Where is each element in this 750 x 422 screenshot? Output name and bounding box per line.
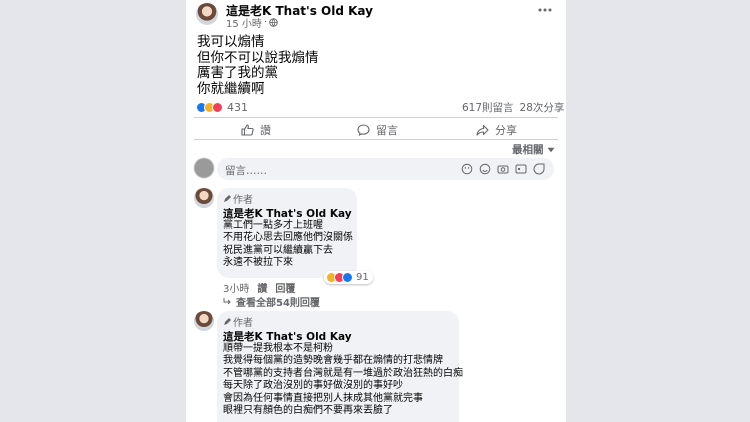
post-time[interactable]: 15 小時	[226, 15, 262, 30]
comment-line: 我覺得每個黨的造勢晚會幾乎都在煽情的打悲情牌	[223, 355, 443, 367]
comments-count[interactable]: 617則留言	[462, 100, 514, 115]
comment-line: 順帶一提我根本不是柯粉	[223, 343, 333, 354]
like-reaction-icon	[342, 272, 353, 283]
chevron-down-icon	[547, 147, 555, 153]
sticker-smiley-icon[interactable]	[533, 163, 545, 175]
divider	[194, 117, 558, 118]
comment-line: 永遠不被拉下來	[223, 257, 293, 269]
author-badge-label: 作者	[233, 318, 253, 329]
sort-dropdown[interactable]: 最相關	[512, 142, 555, 157]
globe-icon	[269, 18, 278, 27]
comment-line: 會因為任何事情直接把別人抹成其他黨就完事	[223, 392, 423, 404]
post-line: 但你不可以說我煽情	[197, 49, 319, 66]
comment-input-placeholder: 留言……	[225, 165, 267, 177]
post-text: 我可以煽情 但你不可以說我煽情 厲害了我的黨 你就繼續啊	[197, 34, 319, 97]
comment-text: 順帶一提我根本不是柯粉 我覺得每個黨的造勢晚會幾乎都在煽情的打悲情牌 不管哪黨的…	[223, 343, 463, 417]
thumbs-up-icon	[241, 124, 254, 136]
comment-button-label: 留言	[376, 124, 398, 137]
composer-tools	[461, 163, 545, 175]
post-stats: 617則留言 28次分享	[462, 100, 564, 115]
comment-bubble: 作者 這是老K That's Old Kay 黨工們一點多才上班喔 不用花心思去…	[217, 188, 357, 278]
comment-reaction-count: 91	[356, 272, 369, 283]
comment-author-avatar[interactable]	[194, 311, 214, 331]
comment-like-button[interactable]: 讚	[257, 280, 267, 295]
comment-bubble-icon	[357, 124, 370, 136]
reply-arrow-icon	[223, 297, 232, 306]
comment-time[interactable]: 3小時	[223, 280, 249, 295]
comment-line: 眼裡只有顏色的白痴們不要再來丟臉了	[223, 405, 393, 417]
author-badge: 作者	[223, 191, 253, 206]
post-meta: 15 小時 ·	[226, 15, 278, 30]
current-user-avatar	[194, 158, 214, 178]
comment-actions: 3小時 讚 回覆	[223, 280, 295, 295]
comment-line: 不用花心思去回應他們沒關係	[223, 232, 353, 244]
author-badge: 作者	[223, 314, 253, 329]
comment-author-avatar[interactable]	[194, 188, 214, 208]
sort-label: 最相關	[512, 144, 544, 156]
comment-text: 黨工們一點多才上班喔 不用花心思去回應他們沒關係 祝民進黨可以繼續贏下去 永遠不…	[223, 220, 353, 270]
share-arrow-icon	[476, 124, 489, 136]
comment-line: 黨工們一點多才上班喔	[223, 220, 323, 231]
pencil-icon	[223, 317, 231, 326]
comment-line: 每天除了政治沒別的事好做沒別的事好吵	[223, 380, 403, 392]
gif-icon[interactable]	[515, 163, 527, 175]
comment-reply-button[interactable]: 回覆	[275, 280, 295, 295]
camera-icon[interactable]	[497, 163, 509, 175]
comment-input[interactable]: 留言……	[217, 158, 554, 180]
post-line: 我可以煽情	[197, 34, 265, 50]
more-options-icon[interactable]	[537, 5, 553, 15]
reaction-count: 431	[227, 101, 248, 114]
comment-author-name[interactable]: 這是老K That's Old Kay	[223, 206, 352, 221]
love-reaction-icon	[212, 102, 223, 113]
author-badge-label: 作者	[233, 195, 253, 206]
like-button-label: 讚	[260, 124, 271, 137]
view-replies-link[interactable]: 查看全部54則回覆	[223, 294, 320, 309]
post-line: 厲害了我的黨	[197, 65, 278, 81]
view-replies-label: 查看全部54則回覆	[236, 298, 320, 309]
post-card: 這是老K That's Old Kay 15 小時 · 我可以煽情 但你不可以說…	[186, 0, 566, 422]
divider	[194, 139, 558, 140]
shares-count[interactable]: 28次分享	[520, 100, 565, 115]
comment-line: 祝民進黨可以繼續贏下去	[223, 244, 333, 256]
share-button[interactable]: 分享	[476, 122, 517, 138]
sticker-icon[interactable]	[461, 163, 473, 175]
pencil-icon	[223, 194, 231, 203]
comment-bubble: 作者 這是老K That's Old Kay 順帶一提我根本不是柯粉 我覺得每個…	[217, 311, 463, 422]
post-author-avatar[interactable]	[196, 3, 218, 25]
comment-button[interactable]: 留言	[357, 122, 398, 138]
comment-line: 不管哪黨的支持者台灣就是有一堆過於政治狂熱的白痴	[223, 367, 463, 379]
emoji-icon[interactable]	[479, 163, 491, 175]
post-line: 你就繼續啊	[197, 80, 265, 97]
post-reactions[interactable]: 431	[196, 101, 248, 114]
comment-reactions[interactable]: 91	[324, 271, 373, 284]
comment-author-name[interactable]: 這是老K That's Old Kay	[223, 329, 352, 344]
share-button-label: 分享	[495, 124, 517, 137]
like-button[interactable]: 讚	[241, 122, 271, 138]
